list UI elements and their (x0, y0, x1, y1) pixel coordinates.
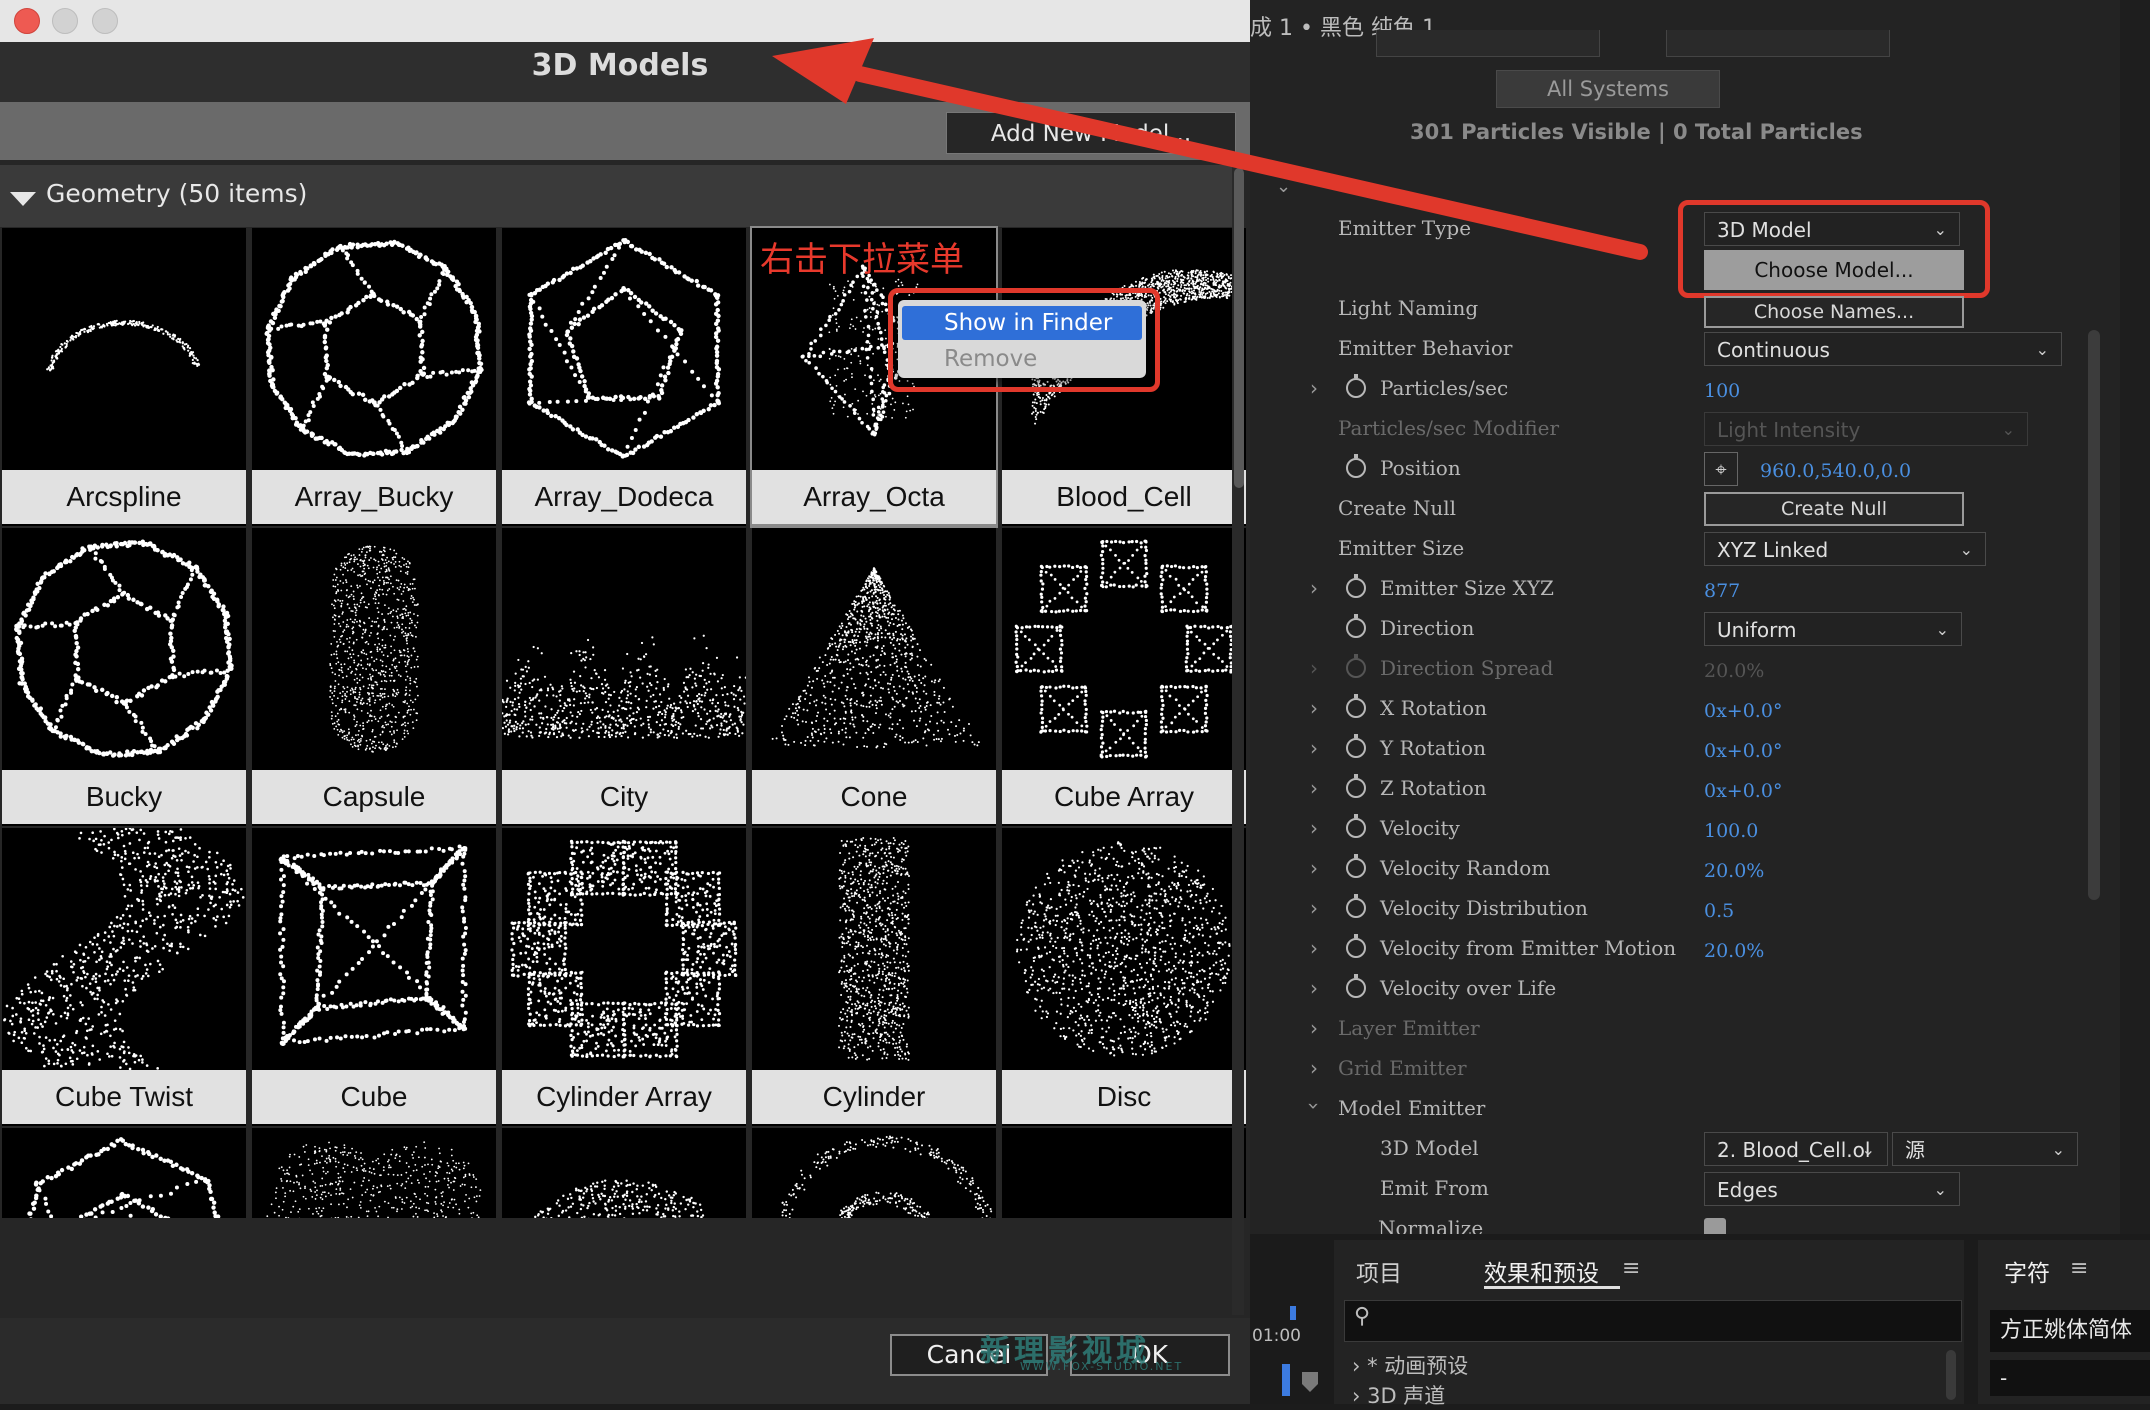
arrow-shaft (860, 74, 1640, 252)
annotation-arrow (0, 0, 2150, 1404)
arrow-head (772, 38, 874, 104)
